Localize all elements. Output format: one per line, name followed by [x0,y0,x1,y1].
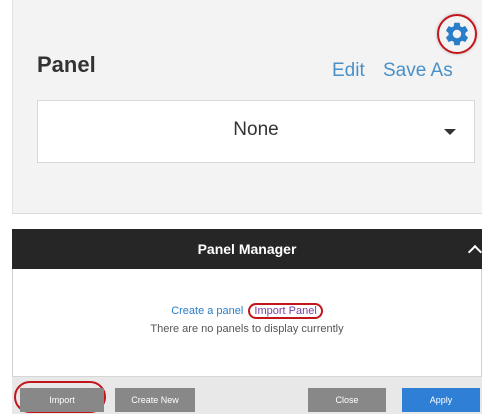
create-panel-link[interactable]: Create a panel [171,305,243,317]
import-button[interactable]: Import [20,388,104,412]
empty-message: There are no panels to display currently [150,323,344,335]
panel-manager-footer: Import Create New Close Apply [12,376,482,414]
panel-manager-title: Panel Manager [197,241,297,257]
gear-icon [446,22,468,46]
panel-manager: Panel Manager Create a panel Import Pane… [12,229,482,414]
edit-link[interactable]: Edit [332,60,365,82]
panel-title: Panel [37,52,96,77]
settings-button[interactable] [437,14,477,54]
panel-select[interactable]: None [37,100,475,163]
create-new-button[interactable]: Create New [115,388,195,412]
apply-button[interactable]: Apply [402,388,480,412]
panel-manager-body: Create a panel Import Panel There are no… [12,269,482,376]
caret-down-icon [444,129,456,135]
panel-select-value: None [233,119,279,140]
close-button[interactable]: Close [308,388,386,412]
import-panel-link[interactable]: Import Panel [248,303,323,319]
links-row: Create a panel Import Panel [13,303,481,319]
save-as-link[interactable]: Save As [383,60,453,82]
panel-card: Panel Edit Save As None [12,0,482,214]
panel-manager-header: Panel Manager [12,229,482,269]
